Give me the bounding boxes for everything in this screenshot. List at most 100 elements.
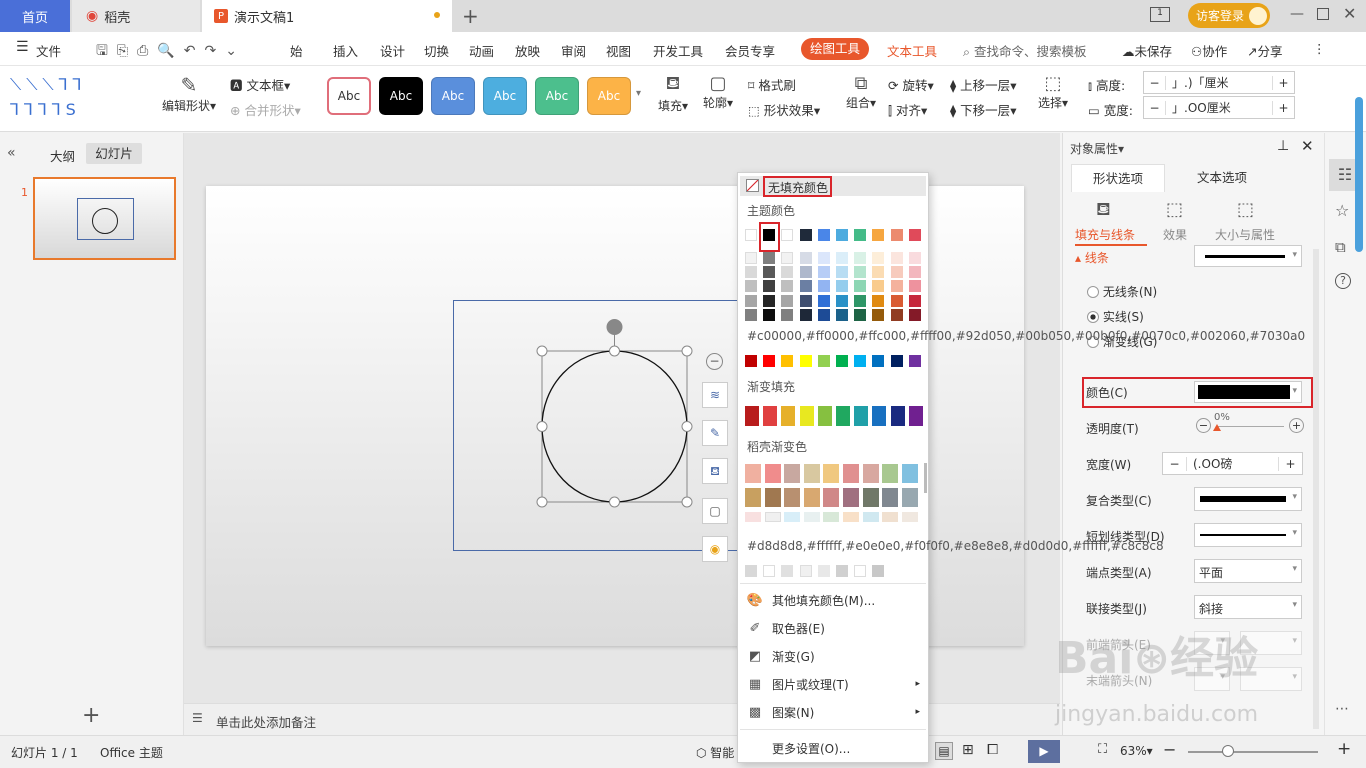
menu-pattern[interactable]: ▩ 图案(N) ▸ [738, 699, 928, 725]
smart-beautify[interactable]: ⬡ 智能 [696, 744, 734, 761]
gradient-swatch[interactable] [817, 406, 832, 426]
daoke-gradient-swatch[interactable] [745, 488, 761, 507]
standard-color-swatch[interactable] [854, 355, 867, 367]
transparency-slider[interactable] [1216, 426, 1284, 427]
theme-shade-swatch[interactable] [854, 280, 867, 293]
daoke-gradient-swatch[interactable] [901, 512, 918, 522]
width-minus[interactable]: − [1144, 100, 1166, 115]
menu-member[interactable]: 会员专享 [725, 41, 775, 60]
theme-shade-swatch[interactable] [799, 252, 812, 264]
group-button[interactable]: ⧉ 组合▾ [846, 73, 876, 111]
tab-daoke[interactable]: ◉ 稻壳 [72, 0, 200, 32]
menu-slideshow[interactable]: 放映 [515, 41, 540, 60]
format-brush-button[interactable]: ⌑ 格式刷 [748, 75, 796, 94]
menu-view[interactable]: 视图 [606, 41, 631, 60]
theme-shade-swatch[interactable] [763, 294, 776, 307]
daoke-gradient-swatch[interactable] [882, 464, 899, 483]
menu-more-settings[interactable]: 更多设置(O)... [738, 735, 928, 761]
theme-shade-swatch[interactable] [908, 252, 921, 264]
shape-style-5[interactable]: Abc [535, 77, 579, 115]
rotate-button[interactable]: ⟳ 旋转▾ [888, 75, 934, 94]
theme-shade-swatch[interactable] [799, 280, 812, 293]
fill-button[interactable]: ⛾ 填充▾ [658, 73, 688, 114]
theme-shade-swatch[interactable] [763, 252, 776, 264]
help-icon[interactable]: ? [1335, 273, 1351, 289]
scroll-indicator-icon[interactable] [1355, 97, 1363, 252]
radio-solid[interactable]: 实线(S) [1087, 308, 1144, 325]
textbox-button[interactable]: 🅰 文本框▾ [230, 75, 290, 94]
line-shapes-gallery[interactable]: ⟍⟍⟍⅂⅂ ⅂⅂⅂⅂S [10, 72, 86, 122]
text-tools-tab[interactable]: 文本工具 [887, 41, 937, 60]
standard-color-swatch[interactable] [763, 355, 776, 367]
color-dropdown[interactable] [1194, 381, 1302, 403]
standard-color-swatch[interactable] [745, 355, 757, 367]
gradient-swatch[interactable] [890, 406, 905, 426]
daoke-gradient-swatch[interactable] [803, 512, 820, 522]
theme-shade-swatch[interactable] [854, 266, 867, 279]
gradient-swatch[interactable] [781, 406, 796, 426]
theme-shade-swatch[interactable] [763, 280, 776, 293]
theme-shade-swatch[interactable] [854, 294, 867, 307]
daoke-gradient-swatch[interactable] [764, 464, 781, 483]
menu-insert[interactable]: 插入 [333, 41, 358, 60]
menu-design[interactable]: 设计 [380, 41, 405, 60]
theme-shade-swatch[interactable] [890, 252, 903, 264]
theme-shade-swatch[interactable] [890, 266, 903, 279]
theme-shade-swatch[interactable] [908, 280, 921, 293]
recent-color-swatch[interactable] [799, 565, 812, 577]
edit-shape-button[interactable]: ✎ 编辑形状▾ [162, 73, 216, 114]
theme-shade-swatch[interactable] [854, 252, 867, 264]
standard-color-swatch[interactable] [890, 355, 903, 367]
theme-color-swatch[interactable] [745, 229, 757, 241]
daoke-gradient-swatch[interactable] [862, 512, 879, 522]
dash-dropdown[interactable] [1194, 523, 1302, 547]
theme-color-swatch[interactable] [854, 229, 867, 241]
menu-developer[interactable]: 开发工具 [653, 41, 703, 60]
collapse-panel-icon[interactable]: « [7, 145, 16, 161]
window-layout-icon[interactable]: 1 [1150, 7, 1170, 22]
daoke-gradient-swatch[interactable] [862, 488, 879, 507]
collab-button[interactable]: ⚇协作 [1191, 41, 1227, 60]
theme-shade-swatch[interactable] [854, 308, 867, 321]
menu-picture[interactable]: ▦ 图片或纹理(T) ▸ [738, 671, 928, 697]
zoom-slider[interactable] [1188, 751, 1318, 753]
line-preset-dropdown[interactable] [1194, 245, 1302, 267]
circle-selection[interactable] [533, 315, 698, 515]
theme-color-swatch[interactable] [763, 229, 776, 241]
daoke-gradient-swatch[interactable] [745, 512, 761, 522]
theme-shade-swatch[interactable] [781, 252, 794, 264]
zoom-in-icon[interactable]: + [1337, 739, 1351, 759]
width-plus[interactable]: + [1272, 100, 1294, 115]
theme-shade-swatch[interactable] [745, 294, 757, 307]
section-line-header[interactable]: ▴ 线条 [1075, 249, 1109, 266]
tab-text-options[interactable]: 文本选项 [1175, 164, 1269, 192]
radio-no-line[interactable]: 无线条(N) [1087, 283, 1157, 300]
subtab-size[interactable]: 大小与属性 [1215, 226, 1275, 243]
standard-color-swatch[interactable] [872, 355, 885, 367]
standard-color-swatch[interactable] [799, 355, 812, 367]
height-minus[interactable]: − [1144, 75, 1166, 90]
theme-color-swatch[interactable] [799, 229, 812, 241]
theme-shade-swatch[interactable] [781, 266, 794, 279]
collapse-float-icon[interactable]: − [706, 353, 723, 370]
theme-color-swatch[interactable] [890, 229, 903, 241]
daoke-gradient-swatch[interactable] [784, 488, 801, 507]
recent-color-swatch[interactable] [836, 565, 848, 577]
gradient-swatch[interactable] [908, 406, 923, 426]
daoke-gradient-swatch[interactable] [823, 464, 840, 483]
trans-minus-icon[interactable]: − [1196, 418, 1211, 433]
line-width-minus[interactable]: − [1163, 456, 1187, 471]
gradient-swatch[interactable] [854, 406, 869, 426]
shape-style-2[interactable]: Abc [379, 77, 423, 115]
window-icon[interactable]: ⧉ [1335, 238, 1346, 256]
daoke-gradient-swatch[interactable] [823, 488, 840, 507]
theme-shade-swatch[interactable] [836, 280, 848, 293]
theme-shade-swatch[interactable] [908, 266, 921, 279]
daoke-gradient-swatch[interactable] [823, 512, 840, 522]
daoke-gradient-swatch[interactable] [803, 464, 820, 483]
menu-other-colors[interactable]: 🎨 其他填充颜色(M)... [738, 587, 928, 613]
theme-shade-swatch[interactable] [745, 252, 757, 264]
theme-shade-swatch[interactable] [836, 308, 848, 321]
gradient-swatch[interactable] [763, 406, 778, 426]
menu-gradient[interactable]: ◩ 渐变(G) [738, 643, 928, 669]
